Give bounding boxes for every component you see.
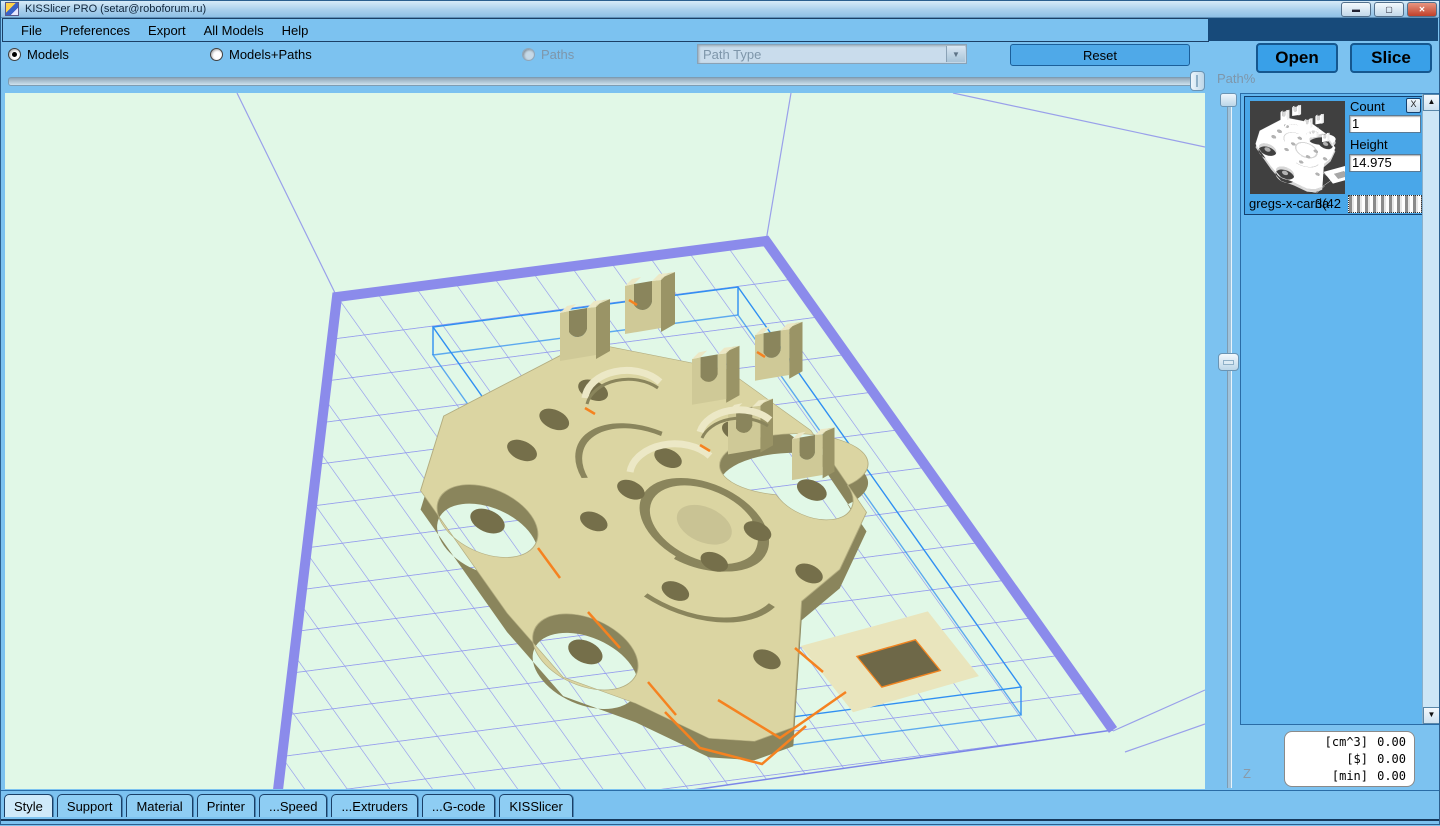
stat-volume-value: 0.00 bbox=[1368, 734, 1406, 751]
stat-cost: [$] 0.00 bbox=[1285, 751, 1406, 768]
stat-cost-unit: [$] bbox=[1346, 751, 1368, 768]
model-texture-bar[interactable] bbox=[1348, 195, 1422, 213]
stat-volume: [cm^3] 0.00 bbox=[1285, 734, 1406, 751]
vertical-slider[interactable] bbox=[1218, 93, 1238, 788]
close-icon: ✕ bbox=[1419, 6, 1426, 14]
radio-models-dot[interactable] bbox=[8, 48, 21, 61]
title-bar: KISSlicer PRO (setar@roboforum.ru) ▬ ▢ ✕ bbox=[0, 0, 1440, 18]
vertical-slider-track[interactable] bbox=[1227, 93, 1232, 788]
radio-paths-dot bbox=[522, 48, 535, 61]
slice-button[interactable]: Slice bbox=[1350, 43, 1432, 73]
radio-models-paths-label: Models+Paths bbox=[229, 47, 312, 62]
tab-speed[interactable]: ...Speed bbox=[259, 794, 327, 817]
reset-button[interactable]: Reset bbox=[1010, 44, 1190, 66]
maximize-button[interactable]: ▢ bbox=[1374, 2, 1404, 17]
path-type-value: Path Type bbox=[703, 47, 761, 62]
reset-button-label: Reset bbox=[1083, 48, 1117, 63]
model-close-button[interactable]: X bbox=[1406, 98, 1421, 113]
model-name-overlay: 3(42 bbox=[1315, 196, 1341, 211]
scroll-down-icon: ▼ bbox=[1428, 710, 1436, 719]
open-button[interactable]: Open bbox=[1256, 43, 1338, 73]
tab-bar-underline bbox=[0, 819, 1440, 821]
estimate-stats-box: [cm^3] 0.00 [$] 0.00 [min] 0.00 bbox=[1284, 731, 1415, 787]
minimize-icon: ▬ bbox=[1352, 6, 1360, 14]
radio-models-paths-dot[interactable] bbox=[210, 48, 223, 61]
menu-file[interactable]: File bbox=[21, 23, 42, 38]
tab-gcode[interactable]: ...G-code bbox=[422, 794, 495, 817]
height-label: Height bbox=[1350, 137, 1388, 152]
tab-support[interactable]: Support bbox=[57, 794, 123, 817]
z-axis-label: Z bbox=[1243, 766, 1251, 781]
radio-models-label: Models bbox=[27, 47, 69, 62]
stat-cost-value: 0.00 bbox=[1368, 751, 1406, 768]
scroll-up-button[interactable]: ▲ bbox=[1423, 94, 1440, 111]
menu-export[interactable]: Export bbox=[148, 23, 186, 38]
tab-kisslicer[interactable]: KISSlicer bbox=[499, 794, 572, 817]
tab-extruders[interactable]: ...Extruders bbox=[331, 794, 417, 817]
radio-models-paths[interactable]: Models+Paths bbox=[210, 47, 312, 62]
window-title: KISSlicer PRO (setar@roboforum.ru) bbox=[25, 3, 206, 15]
vertical-slider-handle[interactable] bbox=[1218, 353, 1239, 371]
slice-button-label: Slice bbox=[1371, 48, 1411, 68]
vertical-slider-cap bbox=[1220, 93, 1237, 107]
menu-all-models[interactable]: All Models bbox=[204, 23, 264, 38]
height-input[interactable]: 14.975 bbox=[1349, 154, 1421, 172]
viewport-3d[interactable] bbox=[5, 93, 1205, 789]
settings-tab-bar: Style Support Material Printer ...Speed … bbox=[0, 790, 1440, 826]
radio-paths: Paths bbox=[522, 47, 574, 62]
radio-models[interactable]: Models bbox=[8, 47, 69, 62]
stat-time: [min] 0.00 bbox=[1285, 768, 1406, 785]
tab-style[interactable]: Style bbox=[4, 794, 53, 817]
model-card[interactable]: X Count 1 Height 14.975 gregs-x-carria 3… bbox=[1244, 96, 1424, 215]
tab-printer[interactable]: Printer bbox=[197, 794, 255, 817]
model-name: gregs-x-carria 3(42 bbox=[1249, 196, 1349, 211]
app-icon bbox=[5, 2, 19, 16]
maximize-icon: ▢ bbox=[1385, 6, 1393, 14]
model-thumbnail[interactable] bbox=[1250, 101, 1345, 194]
menu-help[interactable]: Help bbox=[282, 23, 309, 38]
top-right-panel-strip bbox=[1208, 18, 1438, 41]
path-type-dropdown: Path Type ▼ bbox=[697, 44, 967, 64]
open-button-label: Open bbox=[1275, 48, 1318, 68]
minimize-button[interactable]: ▬ bbox=[1341, 2, 1371, 17]
path-percent-label: Path% bbox=[1217, 71, 1255, 86]
path-percent-slider-handle[interactable] bbox=[1190, 71, 1205, 91]
models-panel: X Count 1 Height 14.975 gregs-x-carria 3… bbox=[1240, 93, 1440, 725]
chevron-down-icon: ▼ bbox=[946, 46, 965, 62]
close-button[interactable]: ✕ bbox=[1407, 2, 1437, 17]
stat-volume-unit: [cm^3] bbox=[1325, 734, 1368, 751]
count-label: Count bbox=[1350, 99, 1385, 114]
scroll-down-button[interactable]: ▼ bbox=[1423, 707, 1440, 724]
stat-time-unit: [min] bbox=[1332, 768, 1368, 785]
count-input[interactable]: 1 bbox=[1349, 115, 1421, 133]
stat-time-value: 0.00 bbox=[1368, 768, 1406, 785]
panel-scrollbar[interactable]: ▲ ▼ bbox=[1422, 94, 1439, 724]
scroll-up-icon: ▲ bbox=[1428, 97, 1436, 106]
menu-bar: File Preferences Export All Models Help bbox=[2, 18, 1209, 42]
radio-paths-label: Paths bbox=[541, 47, 574, 62]
tab-material[interactable]: Material bbox=[126, 794, 192, 817]
path-percent-slider-track[interactable] bbox=[8, 77, 1198, 86]
menu-preferences[interactable]: Preferences bbox=[60, 23, 130, 38]
